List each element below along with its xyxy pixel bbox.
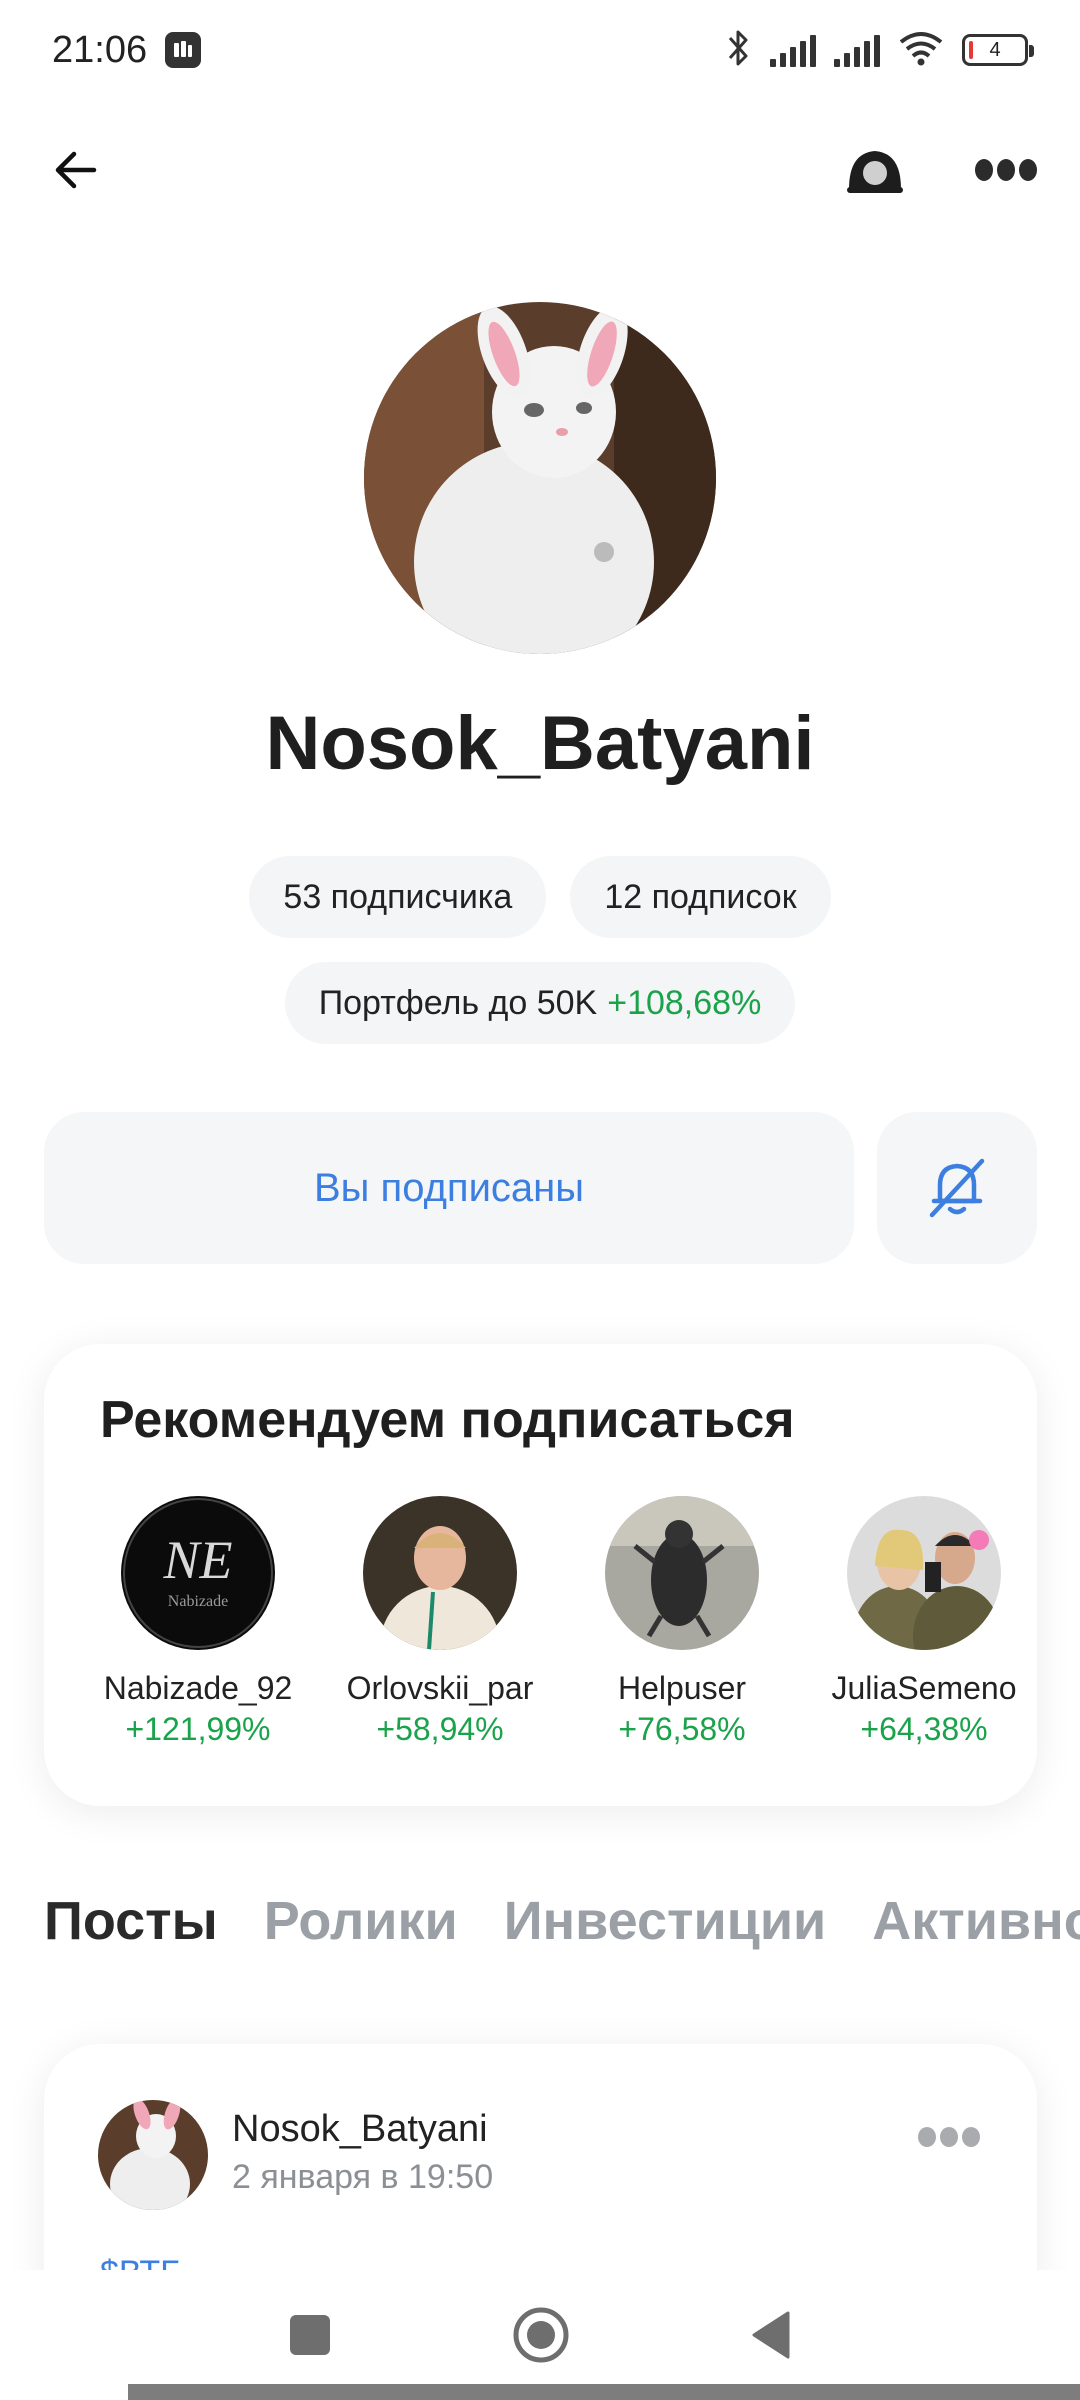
square-icon — [290, 2315, 330, 2355]
recommend-card: Рекомендуем подписаться NE Nabizade Nabiz… — [44, 1344, 1037, 1806]
system-back-button[interactable] — [750, 2310, 792, 2360]
recommend-change: +76,58% — [618, 1711, 746, 1747]
recommend-item[interactable]: Helpuser +76,58% — [562, 1496, 802, 1748]
following-chip[interactable]: 12 подписок — [570, 856, 831, 938]
tab-activity[interactable]: Активнос — [872, 1890, 1080, 1970]
camera-icon — [847, 151, 903, 193]
bluetooth-icon — [726, 28, 752, 73]
back-button[interactable] — [52, 146, 100, 194]
status-bar: 21:06 4 — [0, 0, 1080, 100]
portfolio-row: Портфель до 50K +108,68% — [0, 962, 1080, 1044]
signal-icon — [770, 33, 816, 67]
more-button[interactable] — [974, 156, 1038, 184]
system-nav-bar — [0, 2270, 1080, 2400]
circle-home-icon — [513, 2307, 569, 2363]
post-author[interactable]: Nosok_Batyani — [232, 2108, 488, 2151]
recommend-change: +121,99% — [125, 1711, 271, 1747]
portfolio-change: +108,68% — [607, 983, 762, 1022]
portfolio-label: Портфель до 50K — [318, 983, 598, 1022]
recommend-name: Orlovskii_par — [346, 1670, 534, 1706]
avatar: NE Nabizade — [121, 1496, 275, 1650]
recommend-change: +58,94% — [376, 1711, 504, 1747]
recommend-title: Рекомендуем подписаться — [100, 1391, 795, 1449]
recommend-item[interactable]: NE Nabizade Nabizade_92 +121,99% — [78, 1496, 318, 1748]
home-button[interactable] — [512, 2306, 570, 2364]
bell-off-icon — [929, 1158, 985, 1218]
svg-text:NE: NE — [162, 1530, 232, 1590]
gesture-handle — [128, 2384, 1080, 2400]
profile-tabs: Посты Ролики Инвестиции Активнос — [44, 1890, 1080, 1970]
recommend-list: NE Nabizade Nabizade_92 +121,99% Orlovski… — [44, 1496, 1037, 1786]
subscribed-button[interactable]: Вы подписаны — [44, 1112, 854, 1264]
tab-posts[interactable]: Посты — [44, 1890, 218, 1970]
stats-row: 53 подписчика 12 подписок — [0, 856, 1080, 938]
notifications-toggle-button[interactable] — [877, 1112, 1037, 1264]
post-author-avatar[interactable] — [98, 2100, 208, 2210]
battery-icon: 4 — [962, 34, 1034, 66]
tab-investments[interactable]: Инвестиции — [504, 1890, 827, 1970]
camera-button[interactable] — [844, 145, 906, 195]
more-dots-icon — [975, 159, 1037, 181]
avatar — [605, 1496, 759, 1650]
arrow-left-icon — [55, 151, 97, 189]
followers-chip[interactable]: 53 подписчика — [249, 856, 547, 938]
recommend-item[interactable]: Orlovskii_par +58,94% — [320, 1496, 560, 1748]
tab-reels[interactable]: Ролики — [264, 1890, 458, 1970]
avatar — [847, 1496, 1001, 1650]
recommend-name: JuliaSemeno — [831, 1670, 1017, 1706]
status-time: 21:06 — [52, 28, 148, 71]
recommend-item[interactable]: JuliaSemeno +64,38% — [804, 1496, 1037, 1748]
wifi-icon — [898, 30, 944, 71]
more-dots-icon — [918, 2127, 980, 2147]
recommend-change: +64,38% — [860, 1711, 988, 1747]
recommend-name: Nabizade_92 — [103, 1670, 293, 1706]
post-more-button[interactable] — [917, 2124, 981, 2155]
app-notification-icon — [165, 32, 202, 68]
svg-text:Nabizade: Nabizade — [168, 1593, 228, 1610]
signal-icon-2 — [834, 33, 880, 67]
top-bar — [0, 120, 1080, 220]
recommend-name: Helpuser — [617, 1670, 747, 1706]
triangle-back-icon — [752, 2311, 790, 2359]
battery-level: 4 — [989, 38, 1001, 61]
avatar — [363, 1496, 517, 1650]
portfolio-chip[interactable]: Портфель до 50K +108,68% — [284, 962, 796, 1044]
recents-button[interactable] — [288, 2313, 332, 2357]
profile-avatar[interactable] — [364, 302, 716, 654]
post-date: 2 января в 19:50 — [232, 2158, 494, 2196]
profile-name: Nosok_Batyani — [265, 701, 815, 786]
